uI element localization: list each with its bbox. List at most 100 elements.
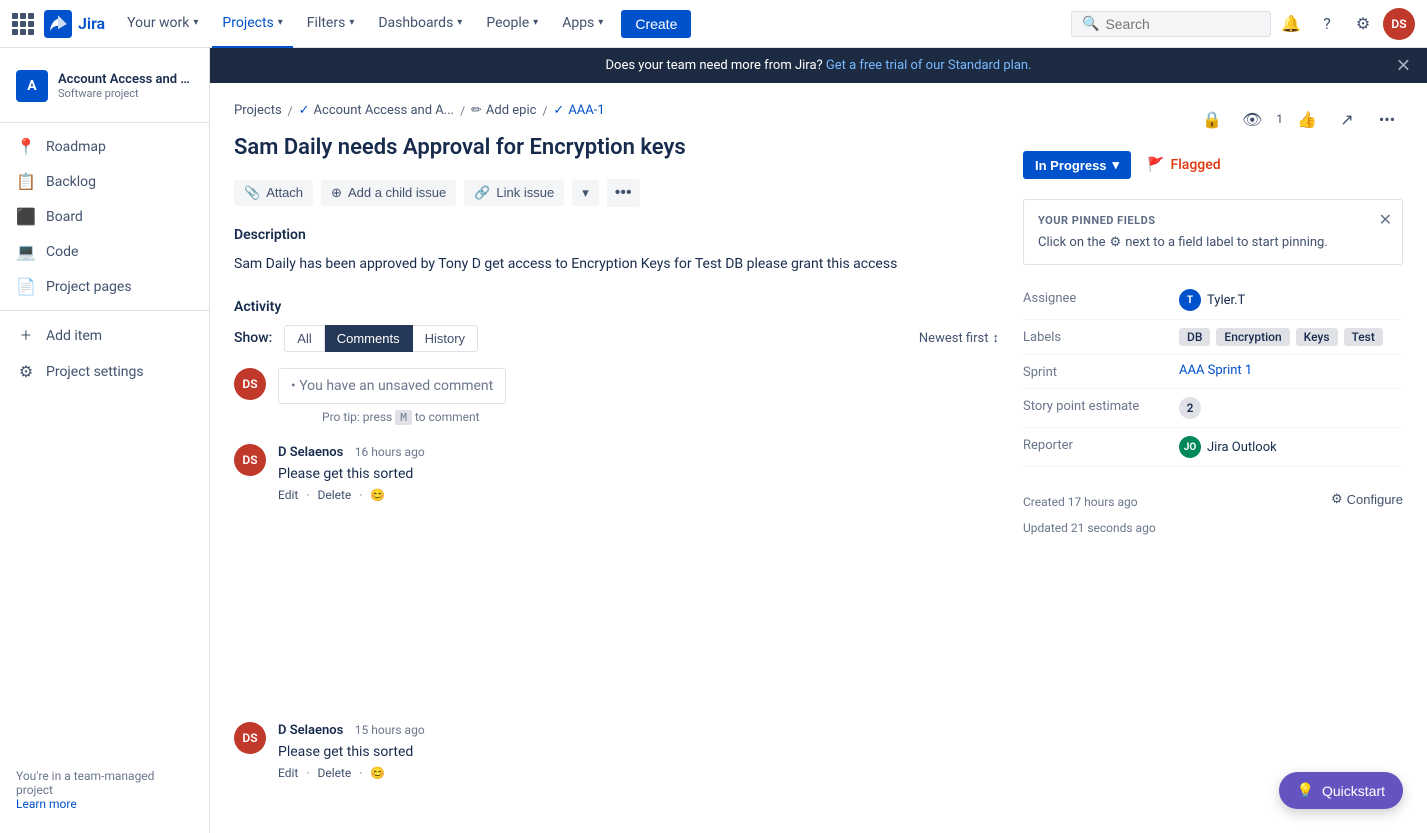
app-grid-icon[interactable] (12, 13, 34, 35)
sidebar-item-label-pages: Project pages (46, 279, 132, 295)
breadcrumb: Projects / ✓ Account Access and A... / ✏… (234, 103, 999, 118)
tab-comments[interactable]: Comments (325, 325, 413, 352)
comment-time-1: 15 hours ago (355, 723, 425, 737)
comment-actions-1: Edit · Delete · 😊 (278, 766, 995, 780)
breadcrumb-project[interactable]: ✓ Account Access and A... (299, 103, 454, 118)
nav-your-work[interactable]: Your work ▾ (117, 0, 208, 48)
add-item-icon: + (16, 325, 36, 346)
label-keys[interactable]: Keys (1296, 328, 1338, 346)
breadcrumb-sep-2: / (460, 104, 465, 118)
sidebar-item-backlog[interactable]: 📋 Backlog (0, 164, 209, 199)
assignee-value[interactable]: T Tyler.T (1179, 289, 1403, 311)
commenter-avatar-1: DS (234, 722, 266, 754)
link-issue-button[interactable]: 🔗 Link issue (464, 180, 564, 206)
nav-filters[interactable]: Filters ▾ (297, 0, 365, 48)
user-avatar[interactable]: DS (1383, 8, 1415, 40)
like-icon[interactable]: 👍 (1291, 103, 1323, 135)
edit-comment-0[interactable]: Edit (278, 488, 298, 502)
attach-button[interactable]: 📎 Attach (234, 180, 313, 206)
sprint-label: Sprint (1023, 363, 1163, 380)
story-badge: 2 (1179, 397, 1201, 419)
delete-comment-1[interactable]: Delete (317, 766, 351, 780)
create-button[interactable]: Create (621, 10, 691, 38)
toolbar-more-button[interactable]: ••• (607, 179, 640, 207)
sidebar-item-board[interactable]: ⬛ Board (0, 199, 209, 234)
sidebar-project[interactable]: A Account Access and Ap... Software proj… (0, 60, 209, 116)
quickstart-button[interactable]: 💡 Quickstart (1279, 772, 1403, 809)
activity-section: Activity Show: All Comments History Newe… (234, 299, 999, 800)
status-button[interactable]: In Progress ▾ (1023, 151, 1131, 179)
comment-input[interactable]: • You have an unsaved comment (278, 368, 506, 404)
tab-history[interactable]: History (413, 325, 478, 352)
sidebar-item-roadmap[interactable]: 📍 Roadmap (0, 129, 209, 164)
lock-icon[interactable]: 🔒 (1196, 103, 1228, 135)
labels-label: Labels (1023, 328, 1163, 345)
breadcrumb-issue[interactable]: ✓ AAA-1 (553, 103, 604, 118)
toolbar-dropdown-button[interactable]: ▾ (572, 180, 599, 206)
status-chevron-icon: ▾ (1113, 157, 1120, 173)
sprint-link[interactable]: AAA Sprint 1 (1179, 363, 1252, 378)
notifications-icon[interactable]: 🔔 (1275, 8, 1307, 40)
more-icon: ••• (615, 184, 632, 202)
m-key: M (395, 410, 412, 425)
comment-author-1: D Selaenos (278, 723, 343, 738)
configure-gear-icon: ⚙ (1331, 491, 1343, 507)
sidebar-item-project-pages[interactable]: 📄 Project pages (0, 269, 209, 304)
tab-all[interactable]: All (284, 325, 324, 352)
pinned-title: YOUR PINNED FIELDS (1038, 214, 1388, 227)
activity-controls: Show: All Comments History Newest first … (234, 325, 999, 352)
sidebar-item-project-settings[interactable]: ⚙ Project settings (0, 354, 209, 389)
labels-row: Labels DB Encryption Keys Test (1023, 320, 1403, 355)
breadcrumb-projects[interactable]: Projects (234, 103, 282, 118)
sort-arrow-icon: ↕ (993, 330, 1000, 346)
status-row: In Progress ▾ 🚩 Flagged (1023, 151, 1403, 179)
jira-logo[interactable]: Jira (44, 10, 105, 38)
table-row: DS D Selaenos 16 hours ago Please get th… (234, 444, 995, 502)
label-encryption[interactable]: Encryption (1216, 328, 1289, 346)
updated-text: Updated 21 seconds ago (1023, 521, 1403, 535)
nav-dashboards[interactable]: Dashboards ▾ (368, 0, 472, 48)
issue-title: Sam Daily needs Approval for Encryption … (234, 134, 999, 163)
share-icon[interactable]: ↗ (1331, 103, 1363, 135)
delete-comment-0[interactable]: Delete (317, 488, 351, 502)
reporter-value[interactable]: JO Jira Outlook (1179, 436, 1403, 458)
watch-count: 1 (1276, 112, 1283, 126)
search-icon: 🔍 (1082, 16, 1099, 32)
sidebar-item-code[interactable]: 💻 Code (0, 234, 209, 269)
activity-tabs: All Comments History (284, 325, 478, 352)
breadcrumb-epic[interactable]: ✏ Add epic (471, 103, 536, 118)
story-points-label: Story point estimate (1023, 397, 1163, 414)
sidebar-footer: You're in a team-managed project Learn m… (0, 759, 209, 821)
react-comment-0[interactable]: 😊 (370, 488, 385, 502)
add-child-issue-button[interactable]: ⊕ Add a child issue (321, 180, 456, 206)
main-content: Does your team need more from Jira? Get … (210, 48, 1427, 833)
quickstart-bulb-icon: 💡 (1297, 782, 1314, 799)
sidebar-item-label-code: Code (46, 244, 78, 260)
pinned-fields-box: YOUR PINNED FIELDS ✕ Click on the ⚙ next… (1023, 199, 1403, 265)
help-icon[interactable]: ? (1311, 8, 1343, 40)
search-box[interactable]: 🔍 (1071, 11, 1271, 37)
meta-section: ⚙ Configure Created 17 hours ago Updated… (1023, 483, 1403, 535)
nav-people[interactable]: People ▾ (476, 0, 548, 48)
configure-button[interactable]: ⚙ Configure (1331, 491, 1403, 507)
banner-link[interactable]: Get a free trial of our Standard plan. (826, 58, 1032, 73)
react-comment-1[interactable]: 😊 (370, 766, 385, 780)
search-input[interactable] (1105, 16, 1245, 32)
settings-icon[interactable]: ⚙ (1347, 8, 1379, 40)
label-db[interactable]: DB (1179, 328, 1210, 346)
pro-tip: Pro tip: press M to comment (322, 410, 506, 424)
watch-icon[interactable]: 👁 (1236, 103, 1268, 135)
banner-close-icon[interactable]: ✕ (1396, 55, 1411, 76)
label-test[interactable]: Test (1344, 328, 1383, 346)
sort-control[interactable]: Newest first ↕ (919, 330, 999, 346)
sprint-value: AAA Sprint 1 (1179, 363, 1403, 378)
more-options-icon[interactable]: ••• (1371, 103, 1403, 135)
edit-comment-1[interactable]: Edit (278, 766, 298, 780)
nav-apps[interactable]: Apps ▾ (552, 0, 613, 48)
pinned-close-icon[interactable]: ✕ (1379, 210, 1392, 229)
link-icon: 🔗 (474, 185, 490, 201)
sidebar-item-add-item[interactable]: + Add item (0, 317, 209, 354)
nav-projects[interactable]: Projects ▾ (212, 0, 292, 48)
child-issue-icon: ⊕ (331, 185, 342, 201)
sidebar-footer-link[interactable]: Learn more (16, 797, 77, 811)
